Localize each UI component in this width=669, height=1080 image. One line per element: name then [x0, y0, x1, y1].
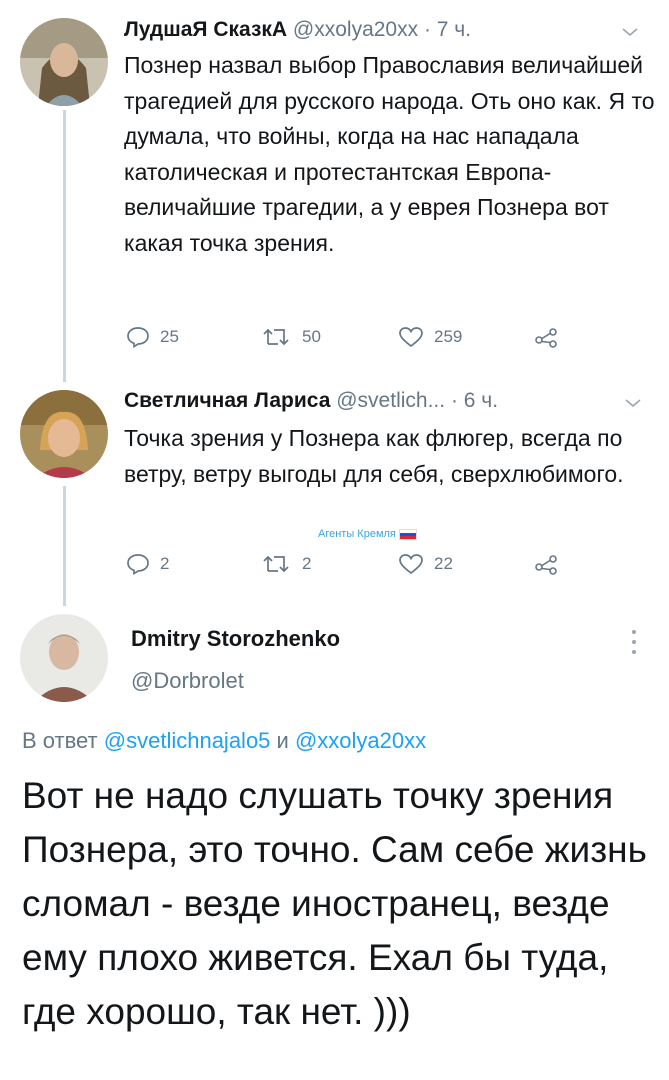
- retweet-button[interactable]: 50: [262, 326, 321, 348]
- thread-line-2: [63, 486, 66, 606]
- user-name[interactable]: ЛудшаЯ СказкА: [124, 18, 287, 41]
- reply-button[interactable]: 25: [126, 326, 179, 348]
- reply-count: 25: [160, 327, 179, 346]
- tweet-text: Точка зрения у Познера как флюгер, всегд…: [124, 425, 624, 487]
- timestamp[interactable]: · 7 ч.: [424, 18, 471, 41]
- tweet-text: Познер назвал выбор Православия величайш…: [124, 52, 655, 256]
- retweet-count: 50: [302, 327, 321, 346]
- retweet-icon: [262, 553, 292, 575]
- user-handle[interactable]: @xxolya20xx: [293, 18, 418, 41]
- heart-icon: [398, 553, 424, 575]
- share-icon: [534, 553, 558, 575]
- thread-line-1: [63, 110, 66, 382]
- retweet-count: 2: [302, 554, 312, 573]
- reply-and: и: [276, 728, 289, 753]
- user-handle[interactable]: @Dorbrolet: [131, 668, 244, 694]
- badge-label: Агенты Кремля: [318, 528, 396, 540]
- reply-button[interactable]: 2: [126, 553, 169, 575]
- user-name[interactable]: Светличная Лариса: [124, 389, 330, 412]
- reply-context: В ответ @svetlichnajalo5 и @xxolya20xx: [22, 728, 426, 754]
- russia-flag-icon: [398, 528, 417, 540]
- tweet-text: Вот не надо слушать точку зрения Познера…: [22, 775, 647, 1032]
- share-icon: [534, 326, 558, 348]
- more-vertical-icon[interactable]: [630, 628, 638, 656]
- reply-icon: [126, 553, 150, 575]
- bot-badge: Агенты Кремля: [318, 528, 417, 540]
- share-button[interactable]: [534, 553, 558, 575]
- like-button[interactable]: 259: [398, 326, 462, 348]
- retweet-button[interactable]: 2: [262, 553, 311, 575]
- tweet-header: Светличная Лариса @svetlich... · 6 ч.: [124, 389, 498, 413]
- timestamp[interactable]: · 6 ч.: [451, 389, 498, 412]
- chevron-down-icon[interactable]: [624, 393, 642, 414]
- retweet-icon: [262, 326, 292, 348]
- chevron-down-icon[interactable]: [621, 22, 639, 43]
- avatar[interactable]: [20, 390, 108, 478]
- user-handle[interactable]: @svetlich...: [336, 389, 445, 412]
- reply-icon: [126, 326, 150, 348]
- avatar[interactable]: [20, 614, 108, 702]
- user-name[interactable]: Dmitry Storozhenko: [131, 626, 340, 652]
- like-button[interactable]: 22: [398, 553, 453, 575]
- reply-user-link[interactable]: @xxolya20xx: [295, 728, 426, 753]
- tweet-header: ЛудшаЯ СказкА @xxolya20xx · 7 ч.: [124, 18, 471, 42]
- avatar[interactable]: [20, 18, 108, 106]
- like-count: 259: [434, 327, 463, 346]
- heart-icon: [398, 326, 424, 348]
- like-count: 22: [434, 554, 453, 573]
- reply-count: 2: [160, 554, 170, 573]
- reply-prefix: В ответ: [22, 728, 98, 753]
- share-button[interactable]: [534, 326, 558, 348]
- reply-user-link[interactable]: @svetlichnajalo5: [104, 728, 271, 753]
